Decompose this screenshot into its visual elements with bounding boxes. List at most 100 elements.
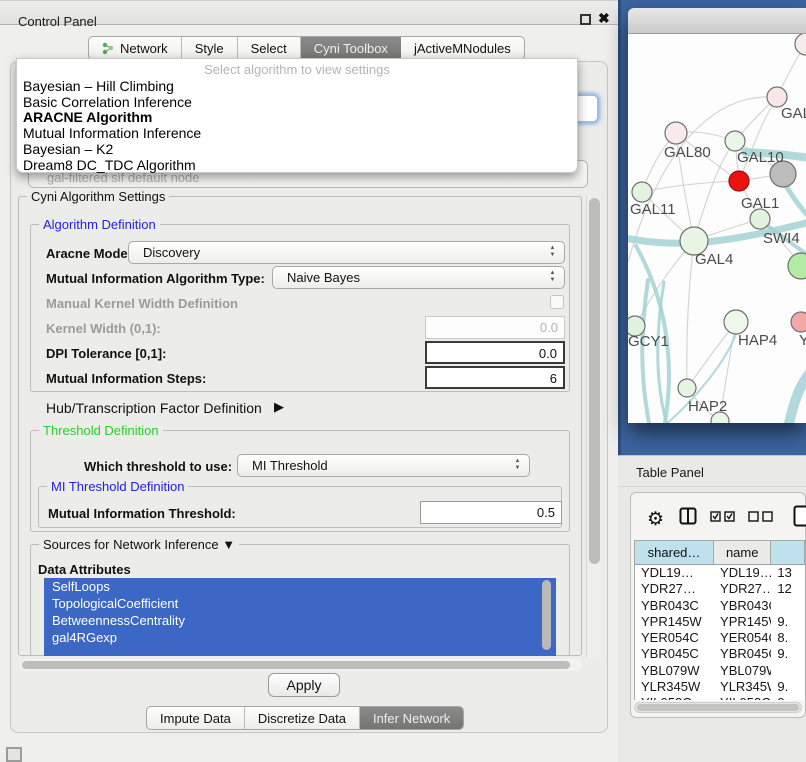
table-cell: YPR145W: [714, 614, 771, 630]
algorithm-option[interactable]: Bayesian – Hill Climbing: [17, 79, 577, 95]
aracne-mode-label: Aracne Mode:: [46, 246, 132, 261]
dpi-tolerance-field[interactable]: 0.0: [425, 341, 565, 364]
attributes-vscrollbar-thumb[interactable]: [542, 580, 551, 650]
table-cell: 9.: [771, 614, 805, 630]
mi-threshold-field[interactable]: 0.5: [420, 501, 562, 524]
tab-infer-network-label: Infer Network: [373, 711, 450, 726]
node-label: HAP4: [738, 332, 777, 349]
tab-style[interactable]: Style: [182, 37, 238, 59]
tab-cyni-toolbox[interactable]: Cyni Toolbox: [301, 37, 401, 59]
hub-definition-label: Hub/Transcription Factor Definition: [46, 400, 262, 416]
network-node[interactable]: [795, 34, 806, 55]
table-cell: YER054C: [635, 630, 714, 646]
network-node-gal11[interactable]: [632, 182, 652, 202]
attribute-item[interactable]: SelfLoops: [44, 578, 556, 595]
collapse-arrow-icon[interactable]: ▼: [222, 537, 235, 552]
control-panel-titlebar: Control Panel ✖: [0, 0, 618, 25]
algorithm-list: Bayesian – Hill ClimbingBasic Correlatio…: [17, 79, 577, 173]
table-row[interactable]: YDR27…YDR27…12: [635, 581, 805, 597]
expand-arrow-icon[interactable]: ▶: [274, 399, 284, 415]
table-row[interactable]: YBL079WYBL079W: [635, 663, 805, 679]
node-label: GAL11: [630, 201, 676, 218]
network-node-gal10[interactable]: [725, 131, 745, 151]
network-node-gal80[interactable]: [665, 122, 687, 144]
columns-icon[interactable]: [679, 507, 697, 525]
table-cell: YDL19…: [635, 565, 714, 581]
table-cell: YER054C: [714, 630, 771, 646]
table-row[interactable]: YPR145WYPR145W9.: [635, 614, 805, 630]
algorithm-dropdown-popup: Select algorithm to view settings Bayesi…: [16, 58, 578, 173]
attribute-item[interactable]: TopologicalCoefficient: [44, 595, 556, 612]
settings-hscrollbar-track[interactable]: [20, 659, 582, 671]
tab-jactivemnodules[interactable]: jActiveMNodules: [401, 37, 524, 59]
tab-impute-data[interactable]: Impute Data: [147, 707, 245, 729]
network-view[interactable]: GALGAL80GAL10GAL1GAL11SWI4GAL4GCY1HAP4YH…: [628, 34, 806, 423]
data-attributes-list[interactable]: SelfLoopsTopologicalCoefficientBetweenne…: [44, 578, 556, 656]
tab-infer-network[interactable]: Infer Network: [360, 707, 463, 729]
tab-select[interactable]: Select: [238, 37, 301, 59]
algorithm-option[interactable]: Mutual Information Inference: [17, 126, 577, 142]
sources-title: Sources for Network Inference ▼: [39, 537, 239, 552]
table-column-header[interactable]: shared…: [635, 541, 714, 564]
control-panel-title: Control Panel: [18, 14, 97, 29]
table-cell: 0: [771, 695, 805, 700]
network-window-titlebar[interactable]: [628, 8, 806, 34]
table-row[interactable]: YBR045CYBR045C9.: [635, 646, 805, 662]
network-graph: GALGAL80GAL10GAL1GAL11SWI4GAL4GCY1HAP4YH…: [628, 34, 806, 423]
algorithm-option[interactable]: Bayesian – K2: [17, 142, 577, 158]
gear-icon[interactable]: ⚙: [647, 508, 664, 531]
dpi-tolerance-label: DPI Tolerance [0,1]:: [46, 346, 166, 361]
table-row[interactable]: YIL053CYIL053C0: [635, 695, 805, 700]
table-row[interactable]: YER054CYER054C8.: [635, 630, 805, 646]
attribute-item[interactable]: BetweennessCentrality: [44, 612, 556, 629]
network-node-hap4[interactable]: [724, 310, 748, 334]
table-column-header[interactable]: name: [714, 541, 771, 564]
which-threshold-combo[interactable]: MI Threshold ▲▼: [237, 454, 530, 477]
attribute-item[interactable]: gal4RGexp: [44, 629, 556, 646]
settings-hscrollbar-thumb[interactable]: [22, 661, 570, 669]
deselect-checkboxes-icon[interactable]: [748, 511, 774, 522]
tab-network[interactable]: Network: [89, 37, 182, 59]
node-label: GCY1: [628, 333, 669, 350]
network-node[interactable]: [788, 253, 806, 279]
select-all-checkboxes-icon[interactable]: [710, 511, 736, 522]
algorithm-option[interactable]: ARACNE Algorithm: [17, 110, 577, 126]
network-node-swi4[interactable]: [750, 209, 770, 229]
tab-discretize-data-label: Discretize Data: [258, 711, 346, 726]
close-panel-icon[interactable]: ✖: [598, 10, 610, 27]
manual-kernel-label: Manual Kernel Width Definition: [46, 296, 238, 311]
table-row[interactable]: YLR345WYLR345W9.: [635, 679, 805, 695]
minimized-panel-icon[interactable]: [6, 747, 22, 762]
table-row[interactable]: YBR043CYBR043C: [635, 598, 805, 614]
mi-type-combo[interactable]: Naive Bayes ▲▼: [272, 266, 565, 289]
tab-jactivemnodules-label: jActiveMNodules: [414, 41, 511, 56]
network-node-gal1[interactable]: [729, 171, 749, 191]
table-cell: 9.: [771, 646, 805, 662]
algorithm-option[interactable]: Basic Correlation Inference: [17, 95, 577, 111]
table-row[interactable]: YDL19…YDL19…13: [635, 565, 805, 581]
algorithm-option[interactable]: Dream8 DC_TDC Algorithm: [17, 158, 577, 174]
table-cell: 9.: [771, 679, 805, 695]
float-panel-icon[interactable]: [580, 14, 591, 25]
kernel-width-field[interactable]: 0.0: [425, 316, 565, 339]
new-table-icon[interactable]: [793, 505, 806, 527]
table-cell: YLR345W: [635, 679, 714, 695]
settings-vscrollbar-track[interactable]: [586, 196, 601, 658]
settings-vscrollbar-thumb[interactable]: [589, 198, 600, 564]
aracne-mode-combo[interactable]: Discovery ▲▼: [128, 241, 565, 264]
table-column-header[interactable]: [771, 541, 805, 564]
table-hscrollbar-thumb[interactable]: [637, 704, 799, 711]
algorithm-definition-title: Algorithm Definition: [39, 217, 160, 232]
which-threshold-label: Which threshold to use:: [84, 459, 232, 474]
tab-style-label: Style: [195, 41, 224, 56]
mi-type-value: Naive Bayes: [287, 270, 360, 285]
mi-steps-field[interactable]: 6: [425, 366, 565, 389]
manual-kernel-checkbox[interactable]: [550, 295, 564, 309]
network-node-hap2[interactable]: [678, 379, 696, 397]
table-cell: YBR045C: [635, 646, 714, 662]
network-node-gal[interactable]: [767, 87, 787, 107]
network-node-y[interactable]: [791, 312, 806, 332]
table-hscrollbar-track[interactable]: [634, 702, 802, 713]
apply-button[interactable]: Apply: [268, 673, 340, 697]
tab-discretize-data[interactable]: Discretize Data: [245, 707, 360, 729]
